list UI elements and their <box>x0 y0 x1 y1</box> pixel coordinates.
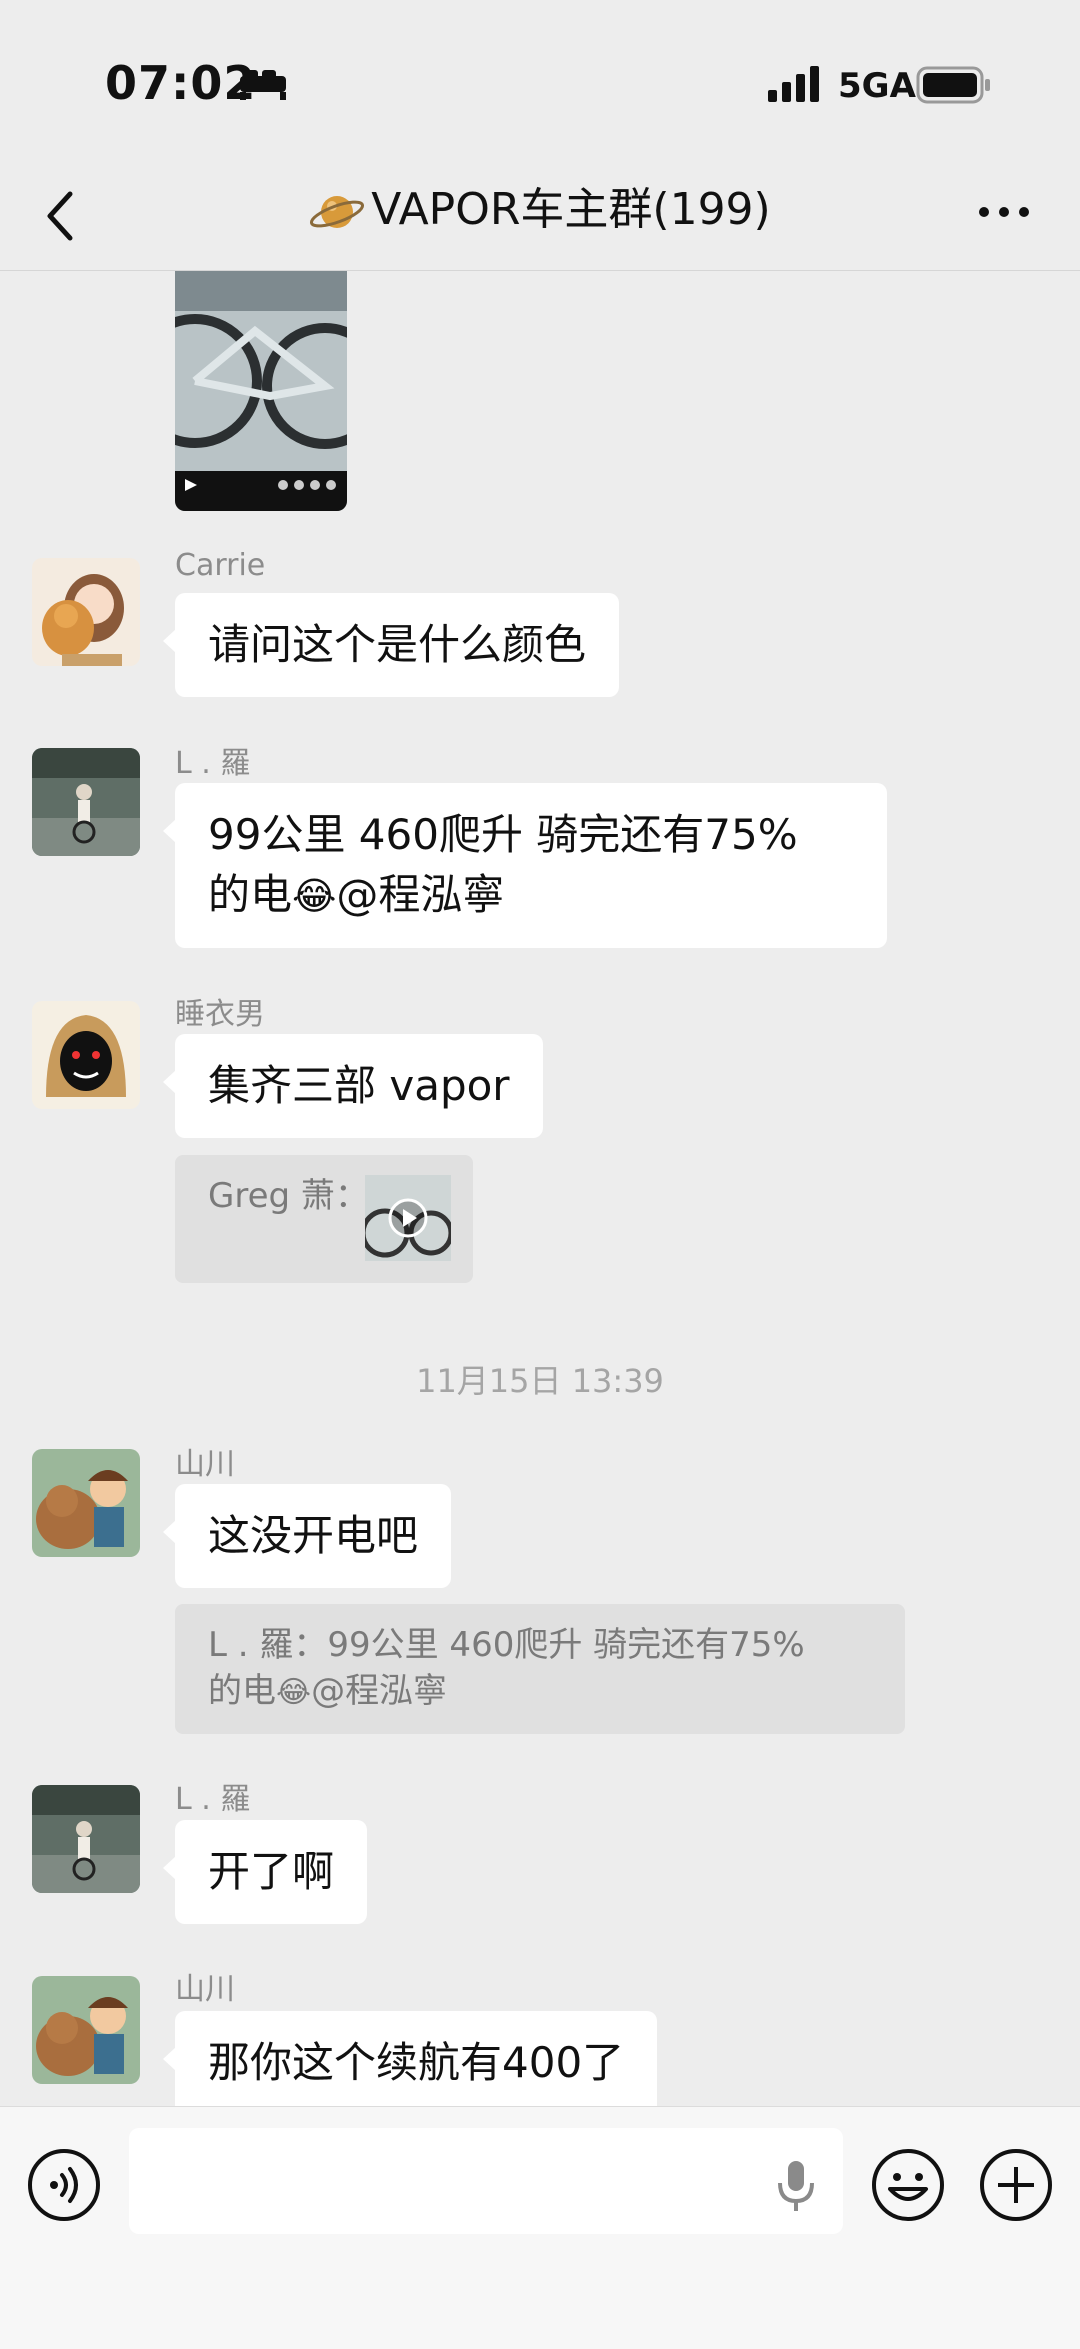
chat-title[interactable]: VAPOR车主群(199) <box>0 180 1080 240</box>
bicycle-thumbnail <box>175 271 347 511</box>
chat-title-text: VAPOR车主群(199) <box>371 184 771 235</box>
avatar-capybara-boy <box>32 1449 140 1557</box>
status-bar: 07:02 5GA <box>0 0 1080 160</box>
input-bar <box>0 2106 1080 2349</box>
message-bubble[interactable]: 请问这个是什么颜色 <box>162 593 620 697</box>
message-bubble[interactable]: 99公里 460爬升 骑完还有75% 的电😂@程泓寧 <box>163 783 887 948</box>
quote-text: L . 羅：99公里 460爬升 骑完还有75% <box>208 1625 805 1665</box>
avatar[interactable] <box>32 558 140 666</box>
more-icon[interactable] <box>976 200 1032 224</box>
laughing-emoji: 😂 <box>276 1675 312 1710</box>
quoted-message[interactable]: Greg 萧： <box>175 1155 473 1283</box>
quote-text: 的电 <box>208 1671 276 1711</box>
sender-name: 山川 <box>175 1447 235 1482</box>
sender-name: Carrie <box>175 548 266 583</box>
message-input[interactable] <box>129 2128 843 2234</box>
avatar[interactable] <box>32 1785 140 1893</box>
status-time: 07:02 <box>105 56 257 110</box>
message-list[interactable]: Carrie 请问这个是什么颜色 L . 羅 99公里 460爬升 骑完还有75… <box>0 271 1080 2106</box>
voice-icon[interactable] <box>26 2147 102 2223</box>
message-timestamp: 11月15日 13:39 <box>416 1362 664 1400</box>
quote-label: Greg 萧： <box>208 1176 369 1216</box>
avatar-capybara-boy <box>32 1976 140 2084</box>
avatar-hooded-figure <box>32 1001 140 1109</box>
avatar-cyclist <box>32 748 140 856</box>
avatar[interactable] <box>32 1449 140 1557</box>
chat-header: VAPOR车主群(199) <box>0 160 1080 271</box>
message-bubble[interactable]: 开了啊 <box>162 1820 368 1924</box>
laughing-emoji: 😂 <box>292 874 337 918</box>
quote-text: @程泓寧 <box>311 1671 448 1711</box>
message-text: 99公里 460爬升 骑完还有75% <box>208 810 798 859</box>
play-icon <box>365 1175 451 1261</box>
bed-icon <box>240 70 286 100</box>
avatar[interactable] <box>32 1976 140 2084</box>
message-text: 的电 <box>208 870 293 919</box>
sender-name: 山川 <box>175 1972 235 2007</box>
avatar[interactable] <box>32 748 140 856</box>
avatar[interactable] <box>32 1001 140 1109</box>
mic-icon[interactable] <box>774 2157 818 2213</box>
signal-icon <box>768 66 819 102</box>
emoji-icon[interactable] <box>870 2147 946 2223</box>
message-bubble[interactable]: 这没开电吧 <box>162 1484 452 1588</box>
sender-name: 睡衣男 <box>175 997 265 1032</box>
video-thumbnail[interactable] <box>365 1175 451 1261</box>
battery-icon <box>916 66 990 104</box>
quoted-message[interactable]: L . 羅：99公里 460爬升 骑完还有75% 的电😂@程泓寧 <box>175 1604 905 1734</box>
sender-name: L . 羅 <box>175 1782 251 1817</box>
avatar-cyclist <box>32 1785 140 1893</box>
message-bubble[interactable]: 集齐三部 vapor <box>163 1034 543 1138</box>
planet-icon <box>310 196 365 228</box>
video-message[interactable] <box>175 271 347 511</box>
mention[interactable]: @程泓寧 <box>336 870 504 919</box>
plus-icon[interactable] <box>978 2147 1054 2223</box>
message-bubble[interactable]: 那你这个续航有400了 <box>162 2011 658 2106</box>
avatar-girl-dog <box>32 558 140 666</box>
sender-name: L . 羅 <box>175 746 251 781</box>
network-type: 5GA <box>838 66 916 106</box>
